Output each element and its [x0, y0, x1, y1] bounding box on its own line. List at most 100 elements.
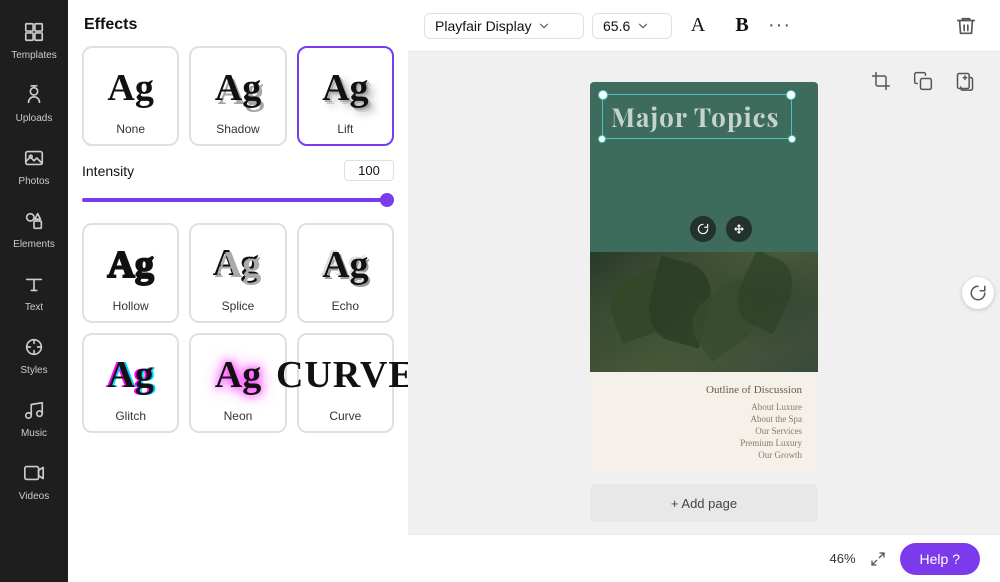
effect-none-preview: Ag [91, 58, 171, 118]
font-size: 65.6 [603, 18, 630, 34]
card-bottom: Outline of Discussion About Luxure About… [590, 372, 818, 472]
effects-panel-title: Effects [68, 0, 408, 46]
effects-panel: Effects Ag None Ag Shadow Ag Lift Intens… [68, 0, 408, 582]
add-page-label: + Add page [671, 496, 737, 511]
text-icon [20, 270, 48, 298]
more-options-button[interactable]: ··· [768, 14, 791, 37]
effect-hollow[interactable]: Ag Hollow [82, 223, 179, 323]
font-name: Playfair Display [435, 18, 531, 34]
card-bottom-title: Outline of Discussion [606, 384, 802, 396]
styles-icon [20, 333, 48, 361]
move-drag-handle[interactable] [726, 216, 752, 242]
font-selector[interactable]: Playfair Display [424, 13, 584, 39]
templates-icon [20, 18, 48, 46]
add-page-icon-button[interactable] [950, 66, 980, 96]
text-style-b-button[interactable]: B [724, 8, 760, 44]
effect-lift-label: Lift [337, 122, 353, 136]
help-button[interactable]: Help ? [900, 543, 980, 575]
effects-grid: Ag None Ag Shadow Ag Lift [68, 46, 408, 160]
effect-splice-label: Splice [222, 299, 255, 313]
effect-shadow[interactable]: Ag Shadow [189, 46, 286, 146]
intensity-row: Intensity 100 [82, 160, 394, 181]
zoom-value: 46% [830, 551, 856, 566]
chevron-down-icon [537, 19, 551, 33]
photos-icon [20, 144, 48, 172]
videos-icon [20, 459, 48, 487]
effect-glitch-preview: Ag [91, 345, 171, 405]
crop-button[interactable] [866, 66, 896, 96]
main-area: Playfair Display 65.6 A B ··· [408, 0, 1000, 582]
effect-curve-preview: CURVE [305, 345, 385, 405]
effect-echo-label: Echo [332, 299, 359, 313]
add-page-bar[interactable]: + Add page [590, 484, 818, 522]
handle-br[interactable] [788, 135, 796, 143]
list-item-2: Our Services [606, 426, 802, 436]
effect-glitch-label: Glitch [115, 409, 146, 423]
effect-neon[interactable]: Ag Neon [189, 333, 286, 433]
top-toolbar: Playfair Display 65.6 A B ··· [408, 0, 1000, 52]
sidebar-item-text[interactable]: Text [0, 260, 68, 323]
sidebar-item-templates[interactable]: Templates [0, 8, 68, 71]
effect-curve-label: Curve [329, 409, 361, 423]
effect-echo-preview: Ag [305, 235, 385, 295]
music-icon [20, 396, 48, 424]
list-item-4: Our Growth [606, 450, 802, 460]
effect-none-label: None [116, 122, 145, 136]
trash-icon [955, 15, 977, 37]
text-selection-box[interactable]: Major Topics [602, 94, 792, 139]
rotate-small-icon [696, 222, 710, 236]
sidebar-item-photos[interactable]: Photos [0, 134, 68, 197]
effect-hollow-label: Hollow [113, 299, 149, 313]
move-icon [732, 222, 746, 236]
elements-icon [20, 207, 48, 235]
card-top: Major Topics [590, 82, 818, 252]
rotate-drag-handle[interactable] [690, 216, 716, 242]
sidebar: Templates Uploads Photos Elements Text S… [0, 0, 68, 582]
drag-handles [690, 216, 752, 242]
effect-echo[interactable]: Ag Echo [297, 223, 394, 323]
effect-glitch[interactable]: Ag Glitch [82, 333, 179, 433]
design-card: Major Topics [590, 82, 818, 472]
intensity-slider[interactable] [82, 198, 394, 202]
effect-lift-preview: Ag [305, 58, 385, 118]
text-style-a-button[interactable]: A [680, 8, 716, 44]
effect-neon-label: Neon [224, 409, 253, 423]
effect-splice[interactable]: Ag Splice [189, 223, 286, 323]
card-photo [590, 252, 818, 372]
rotate-icon [969, 284, 987, 302]
expand-icon [870, 551, 886, 567]
add-page-icon [955, 71, 975, 91]
intensity-section: Intensity 100 [68, 160, 408, 223]
canvas-actions [866, 66, 980, 96]
card-bottom-list: About Luxure About the Spa Our Services … [606, 402, 802, 460]
effect-splice-preview: Ag [198, 235, 278, 295]
effect-neon-preview: Ag [198, 345, 278, 405]
sidebar-item-videos[interactable]: Videos [0, 449, 68, 512]
effect-hollow-preview: Ag [91, 235, 171, 295]
rotate-handle[interactable] [962, 277, 994, 309]
handle-bl[interactable] [598, 135, 606, 143]
font-size-selector[interactable]: 65.6 [592, 13, 672, 39]
effect-curve[interactable]: CURVE Curve [297, 333, 394, 433]
list-item-1: About the Spa [606, 414, 802, 424]
major-topics-text: Major Topics [611, 99, 780, 134]
effect-lift[interactable]: Ag Lift [297, 46, 394, 146]
expand-button[interactable] [864, 545, 892, 573]
effect-shadow-preview: Ag [198, 58, 278, 118]
zoom-controls: 46% Help ? [830, 543, 981, 575]
effects-grid-2: Ag Hollow Ag Splice Ag Echo Ag Glitch Ag… [68, 223, 408, 447]
bottom-bar: 46% Help ? [408, 534, 1000, 582]
effect-none[interactable]: Ag None [82, 46, 179, 146]
canvas-workspace: Major Topics [408, 52, 1000, 534]
uploads-icon [20, 81, 48, 109]
copy-icon [913, 71, 933, 91]
sidebar-item-elements[interactable]: Elements [0, 197, 68, 260]
chevron-down-icon-2 [636, 19, 650, 33]
delete-button[interactable] [948, 8, 984, 44]
sidebar-item-styles[interactable]: Styles [0, 323, 68, 386]
sidebar-item-music[interactable]: Music [0, 386, 68, 449]
sidebar-item-uploads[interactable]: Uploads [0, 71, 68, 134]
copy-button[interactable] [908, 66, 938, 96]
list-item-0: About Luxure [606, 402, 802, 412]
list-item-3: Premium Luxury [606, 438, 802, 448]
